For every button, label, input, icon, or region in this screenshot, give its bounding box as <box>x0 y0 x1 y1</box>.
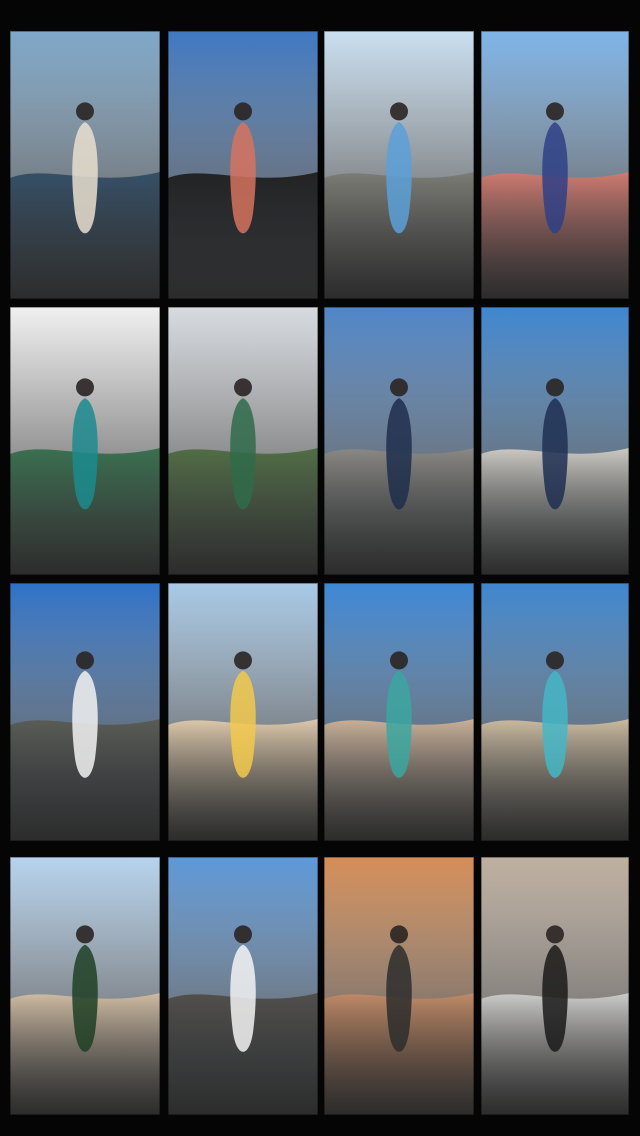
photo-beach-reflection-image <box>10 31 160 299</box>
photo-stone-statue-image <box>324 31 474 299</box>
photo-tile-turquoise-shore[interactable] <box>481 583 629 841</box>
photo-tile-city-street[interactable] <box>481 31 629 299</box>
photo-tile-eiffel-tower[interactable] <box>10 583 160 841</box>
photo-tile-beach-reflection[interactable] <box>10 31 160 299</box>
photo-city-street-image <box>481 31 629 299</box>
photo-tile-green-door[interactable] <box>10 307 160 575</box>
photo-sunhat-beach-image <box>168 583 318 841</box>
photo-brick-doorway-image <box>481 857 629 1115</box>
photo-group-beach-image <box>324 583 474 841</box>
photo-tile-cactus-sunset[interactable] <box>324 857 474 1115</box>
photo-fortress-balcony-image <box>481 307 629 575</box>
photo-cliff-sea-image <box>324 307 474 575</box>
photo-tile-cruise-pier[interactable] <box>168 857 318 1115</box>
photo-turquoise-shore-image <box>481 583 629 841</box>
photo-cruise-pier-image <box>168 857 318 1115</box>
photo-rock-island-image <box>168 31 318 299</box>
photo-tile-brick-doorway[interactable] <box>481 857 629 1115</box>
photo-tile-fortress-balcony[interactable] <box>481 307 629 575</box>
photo-tile-stone-statue[interactable] <box>324 31 474 299</box>
photo-machu-picchu-image <box>168 307 318 575</box>
photo-palm-beach-image <box>10 857 160 1115</box>
photo-eiffel-tower-image <box>10 583 160 841</box>
photo-tile-palm-beach[interactable] <box>10 857 160 1115</box>
photo-green-door-image <box>10 307 160 575</box>
photo-tile-group-beach[interactable] <box>324 583 474 841</box>
photo-tile-rock-island[interactable] <box>168 31 318 299</box>
photo-tile-machu-picchu[interactable] <box>168 307 318 575</box>
photo-cactus-sunset-image <box>324 857 474 1115</box>
photo-tile-cliff-sea[interactable] <box>324 307 474 575</box>
photo-tile-sunhat-beach[interactable] <box>168 583 318 841</box>
